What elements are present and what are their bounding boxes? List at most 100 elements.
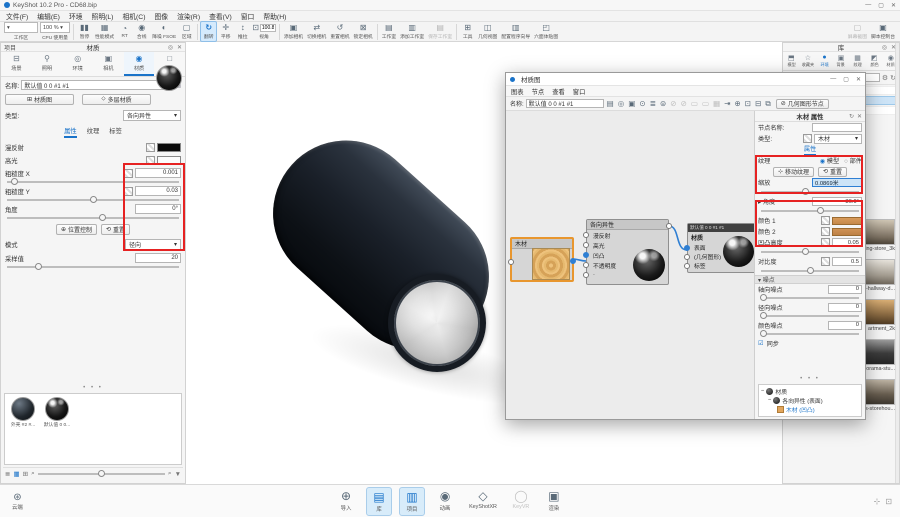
label-pin[interactable] (684, 263, 690, 269)
detail-view-icon[interactable]: ⊞ (23, 470, 28, 478)
detach-panel-icon[interactable]: ◎ (168, 44, 173, 51)
link-icon[interactable]: ⊘ (669, 99, 677, 108)
grid-view-icon[interactable]: ▦ (13, 470, 19, 478)
material-type-dropdown[interactable]: 各向异性▾ (123, 110, 181, 121)
lock-icon[interactable]: ⊜ (659, 99, 667, 108)
scale-field[interactable]: 0.0869米 (812, 178, 862, 187)
angle-slider[interactable] (1, 214, 185, 222)
cubemap-button[interactable]: ◰六面体贴图 (532, 22, 560, 41)
zoom-fit-icon[interactable]: ⊡ (744, 99, 752, 108)
color1-texture-slot[interactable] (821, 216, 830, 225)
roughness-x-field[interactable]: 0.001 (135, 168, 181, 178)
diffuse-texture-slot[interactable] (146, 143, 155, 152)
node-type-dropdown[interactable]: 木材▾ (814, 134, 862, 144)
libtab-favorites[interactable]: ☆收藏夹 (800, 52, 817, 70)
move-texture-button[interactable]: ⊹移动纹理 (773, 167, 814, 177)
sync-checkbox[interactable]: ☑ (758, 340, 764, 347)
menu-view[interactable]: 查看(V) (209, 11, 232, 21)
contrast-slider[interactable] (755, 267, 865, 275)
save-icon[interactable]: ▤ (606, 99, 615, 108)
bump-height-field[interactable]: 0.05 (832, 238, 862, 247)
minimize-icon[interactable]: — (865, 2, 871, 9)
align-nodes-icon[interactable]: ≣ (649, 99, 657, 108)
refresh-icon[interactable]: ↻ (849, 113, 854, 120)
thumbnails-toggle-icon[interactable]: ▣ (627, 99, 636, 108)
close-icon[interactable]: ✕ (857, 113, 862, 120)
menu-lighting[interactable]: 照明(L) (92, 11, 114, 21)
screenshot-button[interactable]: ▢屏幕截图 (846, 22, 869, 41)
radial-noise-field[interactable]: 0 (828, 303, 862, 312)
angle-field[interactable]: 0° (135, 204, 181, 214)
subtab-textures[interactable]: 纹理 (87, 126, 100, 138)
tab-camera[interactable]: ▣相机 (93, 52, 124, 76)
copy-icon[interactable]: ▭ (690, 99, 699, 108)
extra-pin[interactable] (583, 272, 589, 278)
specular-color-swatch[interactable] (157, 156, 181, 165)
roughness-y-texture-slot[interactable] (124, 187, 133, 196)
performance-mode-button[interactable]: ▦性能模式 (93, 22, 116, 41)
library-button[interactable]: ▤库 (366, 487, 392, 516)
split-view-icon[interactable]: ⧉ (764, 99, 771, 109)
roughness-x-texture-slot[interactable] (124, 169, 133, 178)
render-preview-icon[interactable]: ⊙ (638, 99, 646, 108)
bump-texture-slot[interactable] (821, 238, 830, 247)
dolly-button[interactable]: ↕推拉 (234, 22, 251, 41)
node-wood[interactable]: 木材 (510, 237, 574, 282)
opacity-pin[interactable] (583, 262, 589, 268)
samples-field[interactable]: 20 (135, 253, 181, 263)
rt-button[interactable]: ◔RT (116, 23, 133, 40)
roughness-y-field[interactable]: 0.03 (135, 186, 181, 196)
surface-pin[interactable] (684, 245, 690, 251)
close-panel-icon[interactable]: ✕ (891, 44, 896, 51)
material-item[interactable]: 默认值 0 0... (42, 397, 72, 428)
add-camera-button[interactable]: ▣添加相机 (282, 22, 305, 41)
roughness-y-slider[interactable] (1, 196, 185, 204)
geometry-pin[interactable] (684, 254, 690, 260)
configurator-wizard-button[interactable]: ▥配置程序向导 (499, 22, 532, 41)
graph-canvas[interactable]: 木材 各向异性 漫反射 高光 凹凸 不透明度 · (506, 111, 755, 419)
tree-item-material[interactable]: −材质 (761, 387, 859, 396)
preview-sphere-icon[interactable]: ◎ (617, 99, 626, 108)
props-splitter[interactable]: • • • (755, 376, 865, 382)
color1-swatch[interactable] (832, 217, 862, 225)
pause-button[interactable]: ▮▮暂停 (76, 22, 93, 41)
maximize-icon[interactable]: ▢ (878, 2, 884, 9)
close-panel-icon[interactable]: ✕ (177, 44, 182, 51)
settings-icon[interactable]: ⚙ (882, 74, 888, 82)
import-button[interactable]: ⊕导入 (333, 487, 359, 516)
switch-camera-button[interactable]: ⇄切换相机 (305, 22, 328, 41)
node-anisotropic[interactable]: 各向异性 漫反射 高光 凹凸 不透明度 · (586, 219, 669, 285)
diffuse-color-swatch[interactable] (157, 143, 181, 152)
filter-icon[interactable]: ▼ (175, 471, 181, 478)
tab-environment[interactable]: ◎环境 (62, 52, 93, 76)
pan-button[interactable]: ✛平移 (217, 22, 234, 41)
color2-texture-slot[interactable] (821, 227, 830, 236)
studio-button[interactable]: ▤工作室 (380, 22, 398, 41)
maximize-icon[interactable]: ▢ (843, 76, 849, 83)
keyshotxr-button[interactable]: ◇KeyShotXR (465, 487, 501, 516)
denoise-button[interactable]: ◐降噪 FSOE (150, 22, 178, 41)
geometry-node-button[interactable]: ⊘几何图形节点 (776, 99, 829, 109)
subtab-properties[interactable]: 属性 (64, 126, 77, 138)
radio-part[interactable]: ○ 部件 (844, 156, 862, 165)
animation-button[interactable]: ◉动画 (432, 487, 458, 516)
menu-render[interactable]: 渲染(R) (177, 11, 200, 21)
library-scrollbar[interactable] (895, 43, 899, 483)
tools-button[interactable]: ⊞工具 (459, 22, 476, 41)
color-noise-slider[interactable] (755, 330, 865, 338)
lock-camera-button[interactable]: ⊠锁定相机 (352, 22, 375, 41)
libtab-textures[interactable]: ▦纹理 (849, 52, 866, 70)
scale-slider[interactable] (755, 188, 865, 196)
menu-file[interactable]: 文件(F) (6, 11, 28, 21)
material-item[interactable]: 外壳 #2 #... (8, 397, 38, 428)
libtab-backplates[interactable]: ▣背景 (833, 52, 850, 70)
duplicate-icon[interactable]: ▦ (712, 99, 721, 108)
unlink-icon[interactable]: ⊘ (680, 99, 688, 108)
tumble-button[interactable]: ↻翻转 (200, 21, 217, 42)
graph-menu-window[interactable]: 窗口 (573, 87, 586, 96)
roughness-x-slider[interactable] (1, 178, 185, 186)
mode-dropdown[interactable]: 径向▾ (125, 239, 181, 250)
graph-material-name-input[interactable] (526, 99, 604, 108)
menu-help[interactable]: 帮助(H) (263, 11, 286, 21)
subtab-labels[interactable]: 标签 (109, 126, 122, 138)
